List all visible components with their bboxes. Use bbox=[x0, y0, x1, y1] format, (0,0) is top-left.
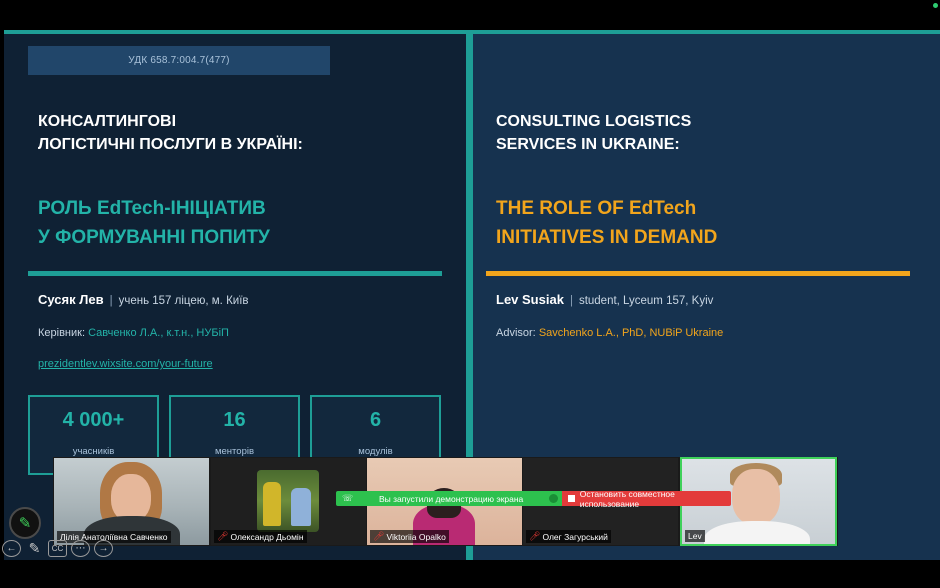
phone-icon: ☏ bbox=[342, 493, 354, 503]
stop-share-label: Остановить совместное использование bbox=[579, 488, 675, 509]
participant-name-tag: 🎤︎ Олександр Дьомін bbox=[214, 530, 307, 543]
stop-icon bbox=[568, 495, 575, 502]
more-button[interactable]: ⋯ bbox=[71, 540, 90, 557]
subtitle-en-line1: THE ROLE OF EdTech bbox=[496, 198, 697, 219]
arrow-left-icon: ← bbox=[6, 543, 17, 554]
subtitle-ua-line2: У ФОРМУВАННІ ПОПИТУ bbox=[38, 227, 270, 248]
subtitle-en-line2: INITIATIVES IN DEMAND bbox=[496, 227, 718, 248]
pen-icon: ✎ bbox=[18, 515, 32, 532]
participant-name-tag: 🎤︎ Viktoriia Opalko bbox=[370, 530, 449, 543]
title-ua-line2: ЛОГІСТИЧНІ ПОСЛУГИ В УКРАЇНІ: bbox=[38, 136, 303, 153]
participant-photo-person bbox=[263, 482, 281, 526]
stat-number: 4 000+ bbox=[62, 409, 125, 431]
mic-muted-icon: 🎤︎ bbox=[529, 531, 541, 541]
title-en: CONSULTING LOGISTICS SERVICES IN UKRAINE… bbox=[496, 110, 691, 156]
advisor-en-label: Advisor: bbox=[496, 327, 536, 339]
title-en-line2: SERVICES IN UKRAINE: bbox=[496, 136, 680, 153]
camera-indicator-icon bbox=[933, 3, 938, 8]
captions-button[interactable]: CC bbox=[48, 540, 67, 557]
stat-label: менторів bbox=[214, 446, 255, 457]
author-ua-role: учень 157 ліцею, м. Київ bbox=[118, 295, 249, 307]
stat-number: 16 bbox=[223, 409, 246, 431]
subtitle-en: THE ROLE OF EdTech INITIATIVES IN DEMAND bbox=[496, 194, 717, 252]
share-status: ☏ Вы запустили демонстрацию экрана bbox=[336, 491, 562, 506]
author-en-separator: | bbox=[569, 295, 573, 307]
website-link[interactable]: prezidentlev.wixsite.com/your-future bbox=[38, 358, 213, 370]
participant-name: Олег Загурський bbox=[542, 531, 608, 542]
participant-video-face bbox=[732, 469, 780, 525]
title-en-line1: CONSULTING LOGISTICS bbox=[496, 113, 692, 130]
captions-icon: CC bbox=[51, 544, 64, 553]
participant-name: Олександр Дьомін bbox=[230, 531, 304, 542]
subtitle-ua-line1: РОЛЬ EdTech-ІНІЦІАТИВ bbox=[38, 198, 266, 219]
share-status-text: Вы запустили демонстрацию экрана bbox=[378, 493, 524, 504]
stat-label: модулів bbox=[358, 446, 393, 457]
previous-slide-button[interactable]: ← bbox=[2, 540, 21, 557]
title-ua: КОНСАЛТИНГОВІ ЛОГІСТИЧНІ ПОСЛУГИ В УКРАЇ… bbox=[38, 110, 303, 156]
author-ua-name: Сусяк Лев bbox=[38, 292, 104, 307]
author-en-name: Lev Susiak bbox=[496, 292, 564, 307]
participant-name: Lev bbox=[688, 531, 702, 541]
author-ua: Сусяк Лев | учень 157 ліцею, м. Київ bbox=[38, 292, 249, 307]
mic-muted-icon: 🎤︎ bbox=[373, 531, 385, 541]
author-en: Lev Susiak | student, Lyceum 157, Kyiv bbox=[496, 292, 713, 307]
participant-photo-person bbox=[291, 488, 311, 526]
subtitle-ua: РОЛЬ EdTech-ІНІЦІАТИВ У ФОРМУВАННІ ПОПИТ… bbox=[38, 194, 270, 252]
participant-video-face bbox=[111, 474, 151, 522]
stat-number: 6 bbox=[369, 409, 382, 431]
arrow-right-icon: → bbox=[98, 543, 109, 554]
participant-video-body bbox=[704, 521, 810, 544]
next-slide-button[interactable]: → bbox=[94, 540, 113, 557]
udk-code: УДК 658.7:004.7(477) bbox=[28, 46, 330, 75]
advisor-ua-value: Савченко Л.А., к.т.н., НУБіП bbox=[88, 327, 229, 339]
rule-ua bbox=[28, 271, 442, 276]
participant-name-tag: Lev bbox=[685, 530, 705, 542]
more-icon: ⋯ bbox=[75, 543, 86, 554]
video-tile[interactable]: Лілія Анатоліївна Савченко bbox=[54, 458, 209, 545]
stop-share-button[interactable]: Остановить совместное использование bbox=[562, 488, 731, 509]
advisor-ua-label: Керівник: bbox=[38, 327, 86, 339]
rule-en bbox=[486, 271, 910, 276]
mic-muted-icon: 🎤︎ bbox=[217, 531, 229, 541]
annotate-pen-button[interactable]: ✎ bbox=[9, 507, 41, 539]
author-en-role: student, Lyceum 157, Kyiv bbox=[578, 295, 714, 307]
author-ua-separator: | bbox=[109, 295, 113, 307]
screen: УДК 658.7:004.7(477) КОНСАЛТИНГОВІ ЛОГІС… bbox=[0, 0, 940, 588]
participant-name: Viktoriia Opalko bbox=[386, 531, 446, 542]
advisor-en-value: Savchenko L.A., PhD, NUBiP Ukraine bbox=[538, 327, 724, 339]
screen-share-banner: ☏ Вы запустили демонстрацию экрана Остан… bbox=[336, 488, 731, 509]
pencil-icon: ✎ bbox=[28, 540, 41, 556]
advisor-en: Advisor: Savchenko L.A., PhD, NUBiP Ukra… bbox=[496, 327, 723, 339]
title-ua-line1: КОНСАЛТИНГОВІ bbox=[38, 113, 177, 130]
slide-controls: ← ✎ CC ⋯ → bbox=[2, 540, 113, 557]
stat-label: учасників bbox=[72, 446, 115, 457]
advisor-ua: Керівник: Савченко Л.А., к.т.н., НУБіП bbox=[38, 327, 229, 339]
draw-button[interactable]: ✎ bbox=[25, 540, 44, 557]
security-shield-icon bbox=[549, 494, 558, 503]
participant-name-tag: 🎤︎ Олег Загурський bbox=[526, 530, 611, 543]
